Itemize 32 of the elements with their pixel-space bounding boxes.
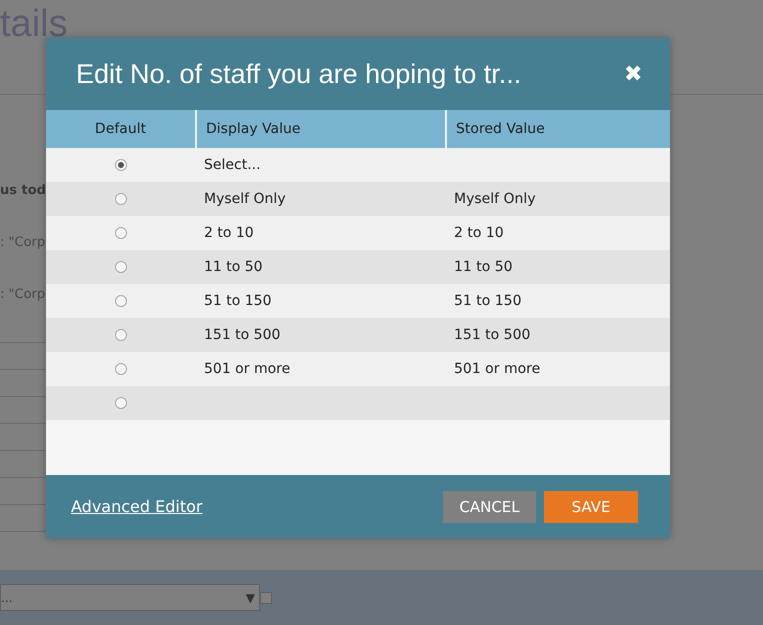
select-field[interactable]: ... ▼ — [0, 584, 260, 611]
radio-button[interactable] — [114, 261, 126, 273]
display-value-column-header: Display Value — [195, 110, 445, 148]
cell-text: 2 to 10 — [204, 225, 254, 241]
radio-button[interactable] — [114, 363, 126, 375]
resize-handle-icon — [260, 592, 272, 604]
cell-text: Select... — [204, 157, 261, 173]
cancel-button[interactable]: CANCEL — [443, 490, 536, 522]
page-text: us tod — [0, 183, 46, 198]
radio-button[interactable] — [114, 227, 126, 239]
cell-text: 501 or more — [204, 361, 290, 377]
cell-text: Myself Only — [204, 191, 286, 207]
cell-text: 11 to 50 — [454, 259, 513, 275]
save-button[interactable]: SAVE — [544, 490, 638, 522]
cell-text: 151 to 500 — [454, 327, 530, 343]
cell-text: 51 to 150 — [204, 293, 272, 309]
cell-text: 51 to 150 — [454, 293, 522, 309]
cell-text: Myself Only — [454, 191, 536, 207]
radio-button[interactable] — [114, 329, 126, 341]
radio-button[interactable] — [114, 397, 126, 409]
default-column-header: Default — [46, 110, 195, 148]
stored-value-column-header: Stored Value — [445, 110, 670, 148]
cell-text: 501 or more — [454, 361, 540, 377]
cell-text: 151 to 500 — [204, 327, 280, 343]
advanced-editor-link[interactable]: Advanced Editor — [71, 497, 202, 516]
dialog-title: Edit No. of staff you are hoping to tr... — [76, 58, 522, 90]
radio-button[interactable] — [114, 295, 126, 307]
radio-button[interactable] — [114, 159, 126, 171]
cell-text: 11 to 50 — [204, 259, 263, 275]
close-button[interactable]: ✖ — [624, 61, 642, 87]
cell-text: 2 to 10 — [454, 225, 504, 241]
radio-button[interactable] — [114, 193, 126, 205]
